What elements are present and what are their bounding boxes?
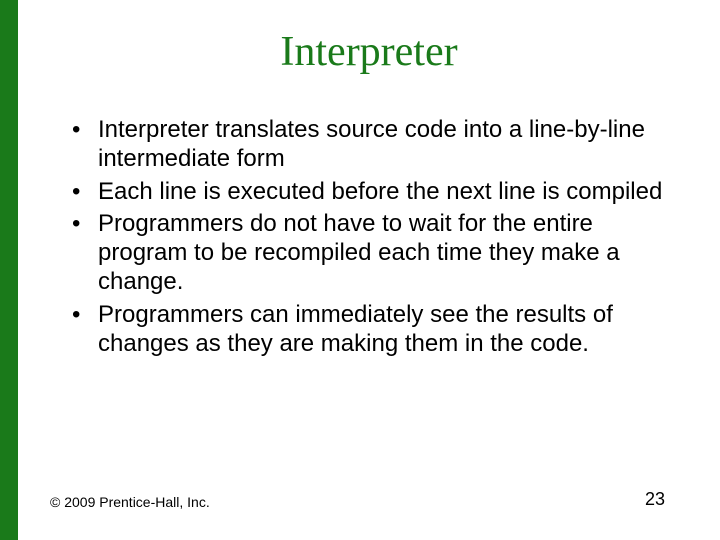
slide-title: Interpreter bbox=[58, 28, 680, 76]
page-number: 23 bbox=[645, 489, 665, 510]
list-item: Each line is executed before the next li… bbox=[68, 178, 680, 207]
list-item: Programmers do not have to wait for the … bbox=[68, 210, 680, 296]
copyright-footer: © 2009 Prentice-Hall, Inc. bbox=[50, 494, 210, 510]
accent-bar bbox=[0, 0, 18, 540]
slide-content: Interpreter Interpreter translates sourc… bbox=[18, 0, 720, 540]
bullet-list: Interpreter translates source code into … bbox=[58, 116, 680, 358]
list-item: Programmers can immediately see the resu… bbox=[68, 301, 680, 359]
list-item: Interpreter translates source code into … bbox=[68, 116, 680, 174]
